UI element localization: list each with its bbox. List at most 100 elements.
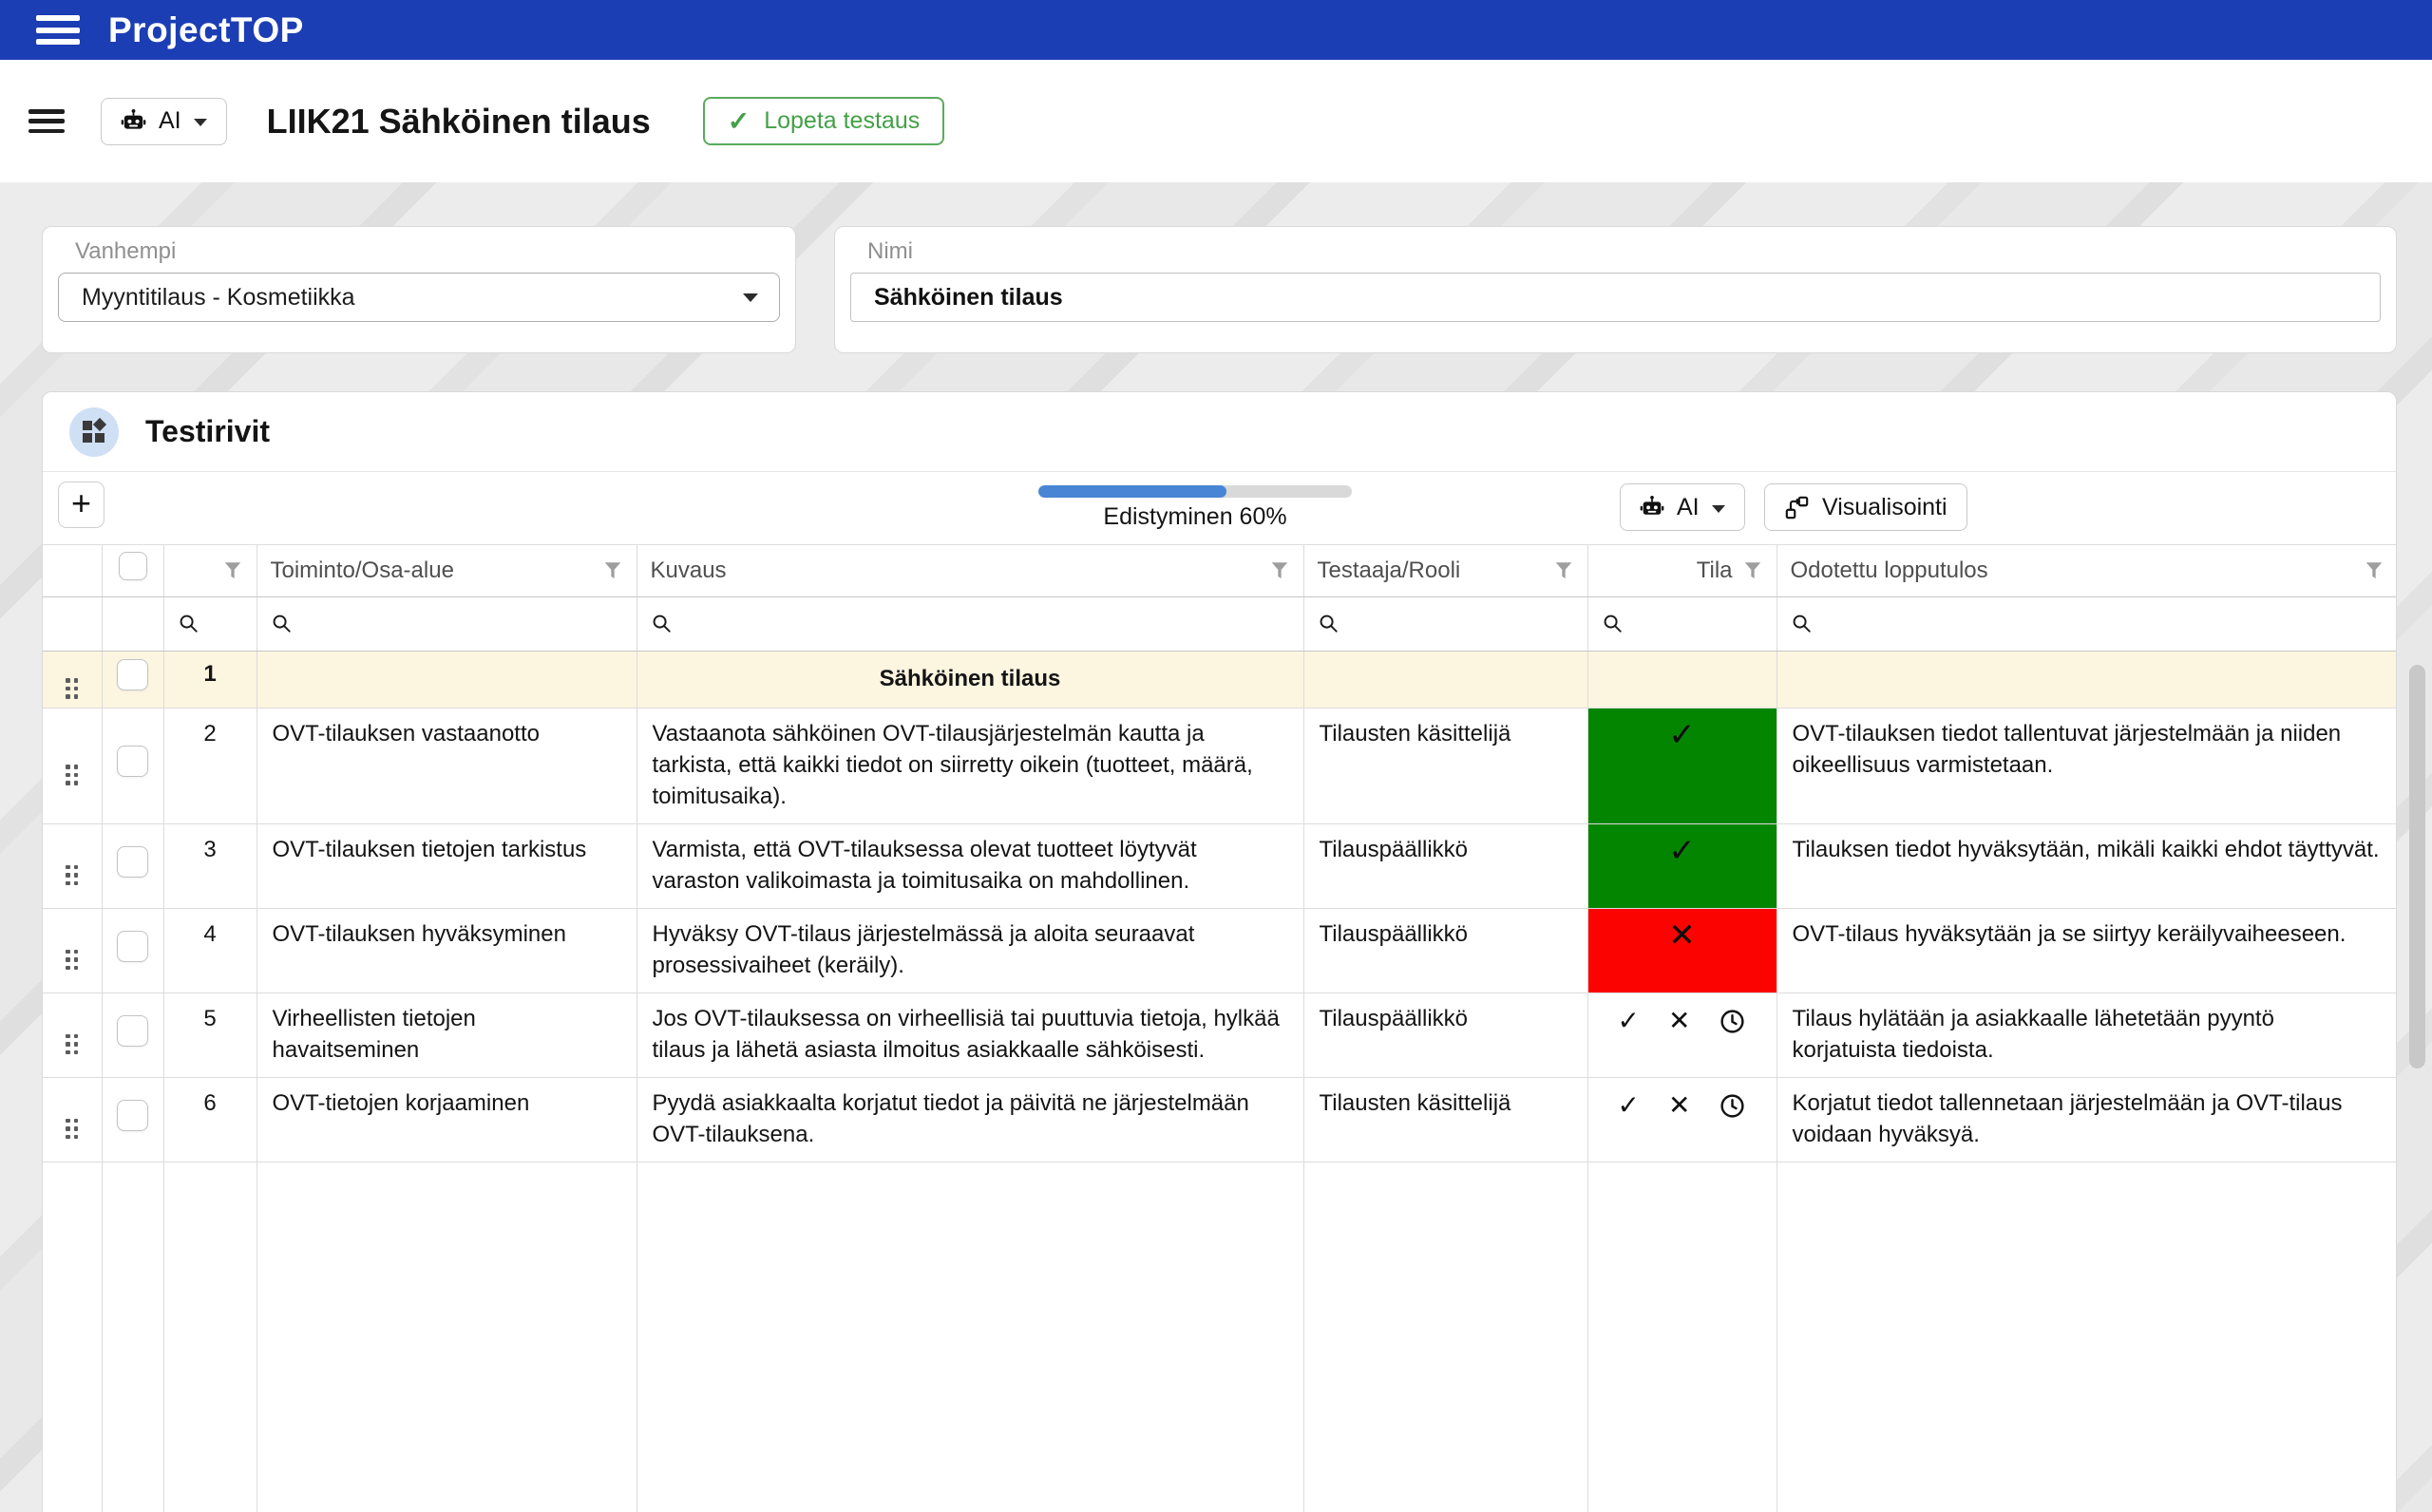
row-checkbox[interactable] (117, 659, 148, 690)
parent-select-value: Myyntitilaus - Kosmetiikka (82, 283, 355, 311)
row-checkbox[interactable] (117, 1099, 148, 1131)
drag-handle-icon[interactable] (66, 678, 79, 699)
odotettu-cell[interactable]: Tilauksen tiedot hyväksytään, mikäli kai… (1776, 822, 2396, 909)
kuvaus-cell[interactable]: Varmista, että OVT-tilauksessa olevat tu… (636, 822, 1304, 909)
odotettu-cell[interactable]: OVT-tilauksen tiedot tallentuvat järjest… (1776, 707, 2396, 824)
search-icon (1793, 614, 1811, 633)
toolbar-menu-icon[interactable] (28, 109, 65, 133)
row-number-cell: 3 (162, 822, 257, 909)
stop-testing-label: Lopeta testaus (764, 107, 921, 134)
app-header: ProjectTOP (0, 0, 2432, 60)
toiminto-cell[interactable] (256, 650, 637, 709)
search-cell-odotettu[interactable] (1776, 595, 2396, 652)
kuvaus-cell[interactable]: Pyydä asiakkaalta korjatut tiedot ja päi… (636, 1076, 1304, 1162)
check-icon: ✓ (727, 105, 750, 136)
search-cell-number[interactable] (162, 595, 257, 652)
row-checkbox[interactable] (117, 1014, 148, 1047)
testaaja-cell[interactable]: Tilauspäällikkö (1302, 992, 1588, 1078)
row-number-cell: 1 (162, 650, 257, 709)
odotettu-cell[interactable]: OVT-tilaus hyväksytään ja se siirtyy ker… (1776, 907, 2396, 993)
empty-rows-area (43, 1161, 2396, 1512)
table-ai-dropdown-button[interactable]: AI (1620, 483, 1745, 531)
search-cell-tila[interactable] (1586, 595, 1777, 652)
page-scrollbar[interactable] (2409, 665, 2425, 1068)
row-number-cell: 2 (162, 707, 257, 824)
column-header-kuvaus: Kuvaus (636, 544, 1304, 597)
visualize-button[interactable]: Visualisointi (1764, 483, 1967, 531)
drag-cell (43, 907, 103, 993)
status-cell[interactable]: ✕ (1586, 907, 1777, 993)
parent-select[interactable]: Myyntitilaus - Kosmetiikka (58, 273, 780, 322)
kuvaus-cell[interactable]: Jos OVT-tilauksessa on virheellisiä tai … (636, 992, 1304, 1078)
odotettu-cell[interactable]: Tilaus hylätään ja asiakkaalle lähetetää… (1776, 992, 2396, 1078)
clock-icon[interactable] (1719, 1092, 1746, 1120)
testaaja-cell[interactable]: Tilauspäällikkö (1302, 907, 1588, 993)
filter-icon[interactable] (1742, 560, 1763, 581)
row-checkbox[interactable] (117, 845, 148, 878)
odotettu-cell[interactable] (1776, 650, 2396, 709)
drag-handle-icon[interactable] (66, 765, 79, 785)
status-cell[interactable]: ✓ ✕ (1586, 992, 1777, 1078)
testaaja-cell[interactable]: Tilausten käsittelijä (1302, 1076, 1588, 1162)
status-cell[interactable]: ✓ (1586, 707, 1777, 824)
table-header-row: Toiminto/Osa-alue Kuvaus Testaaja/Rooli … (43, 544, 2396, 597)
toiminto-cell[interactable]: Virheellisten tietojen havaitseminen (256, 992, 637, 1078)
filter-icon[interactable] (602, 560, 623, 581)
toiminto-cell[interactable]: OVT-tilauksen hyväksyminen (256, 907, 637, 993)
search-cell-kuvaus[interactable] (636, 595, 1304, 652)
search-cell-toiminto[interactable] (256, 595, 637, 652)
toiminto-cell[interactable]: OVT-tilauksen tietojen tarkistus (256, 822, 637, 909)
testirivit-card: Testirivit + Edistyminen 60% AI Visualis… (42, 391, 2397, 1512)
clock-icon (1720, 1009, 1745, 1033)
name-input[interactable]: Sähköinen tilaus (850, 273, 2381, 322)
drag-handle-icon[interactable] (66, 949, 79, 970)
empty-cell (1302, 1161, 1588, 1512)
add-row-button[interactable]: + (58, 482, 104, 528)
app-menu-icon[interactable] (36, 15, 80, 45)
select-all-checkbox[interactable] (118, 552, 147, 581)
row-checkbox[interactable] (117, 930, 148, 962)
row-number-cell: 4 (162, 907, 257, 993)
status-cell[interactable]: ✓ ✕ (1586, 1076, 1777, 1162)
row-checkbox[interactable] (117, 746, 148, 777)
drag-handle-icon[interactable] (66, 1033, 79, 1054)
ai-dropdown-button[interactable]: AI (101, 97, 227, 145)
status-cell[interactable]: ✓ (1586, 822, 1777, 909)
clock-icon[interactable] (1719, 1008, 1746, 1035)
cross-icon[interactable]: ✕ (1668, 1092, 1690, 1119)
status-cell[interactable] (1586, 650, 1777, 709)
drag-handle-icon[interactable] (66, 864, 79, 885)
search-icon (180, 614, 198, 633)
table-body: 1 Sähköinen tilaus 2 OVT-tilauksen vastaano… (43, 650, 2396, 1512)
robot-icon (121, 109, 146, 129)
search-cell-check (101, 595, 164, 652)
column-header-toiminto: Toiminto/Osa-alue (256, 544, 637, 597)
check-icon[interactable]: ✓ (1618, 1008, 1640, 1034)
row-number-cell: 6 (162, 1076, 257, 1162)
testaaja-cell[interactable]: Tilausten käsittelijä (1302, 707, 1588, 824)
stop-testing-button[interactable]: ✓ Lopeta testaus (702, 97, 945, 145)
odotettu-cell[interactable]: Korjatut tiedot tallennetaan järjestelmä… (1776, 1076, 2396, 1162)
column-header-tila: Tila (1586, 544, 1777, 597)
kuvaus-cell[interactable]: Sähköinen tilaus (636, 650, 1304, 709)
toiminto-cell[interactable]: OVT-tietojen korjaaminen (256, 1076, 637, 1162)
filter-icon[interactable] (2364, 560, 2384, 581)
empty-cell (636, 1161, 1304, 1512)
search-cell-testaaja[interactable] (1302, 595, 1588, 652)
filter-icon[interactable] (1553, 560, 1574, 581)
testaaja-cell[interactable] (1302, 650, 1588, 709)
table-ai-label: AI (1677, 493, 1700, 520)
testaaja-cell[interactable]: Tilauspäällikkö (1302, 822, 1588, 909)
progress-fill (1038, 485, 1226, 498)
filter-icon[interactable] (222, 560, 243, 581)
kuvaus-cell[interactable]: Hyväksy OVT-tilaus järjestelmässä ja alo… (636, 907, 1304, 993)
search-icon (1604, 614, 1622, 633)
filter-icon[interactable] (1269, 560, 1290, 581)
status-actions: ✓ ✕ (1588, 1078, 1776, 1120)
toiminto-cell[interactable]: OVT-tilauksen vastaanotto (256, 707, 637, 824)
check-icon[interactable]: ✓ (1618, 1092, 1640, 1119)
cross-icon[interactable]: ✕ (1668, 1008, 1690, 1034)
kuvaus-cell[interactable]: Vastaanota sähköinen OVT-tilausjärjestel… (636, 707, 1304, 824)
drag-handle-icon[interactable] (66, 1118, 79, 1139)
drag-cell (43, 1076, 103, 1162)
